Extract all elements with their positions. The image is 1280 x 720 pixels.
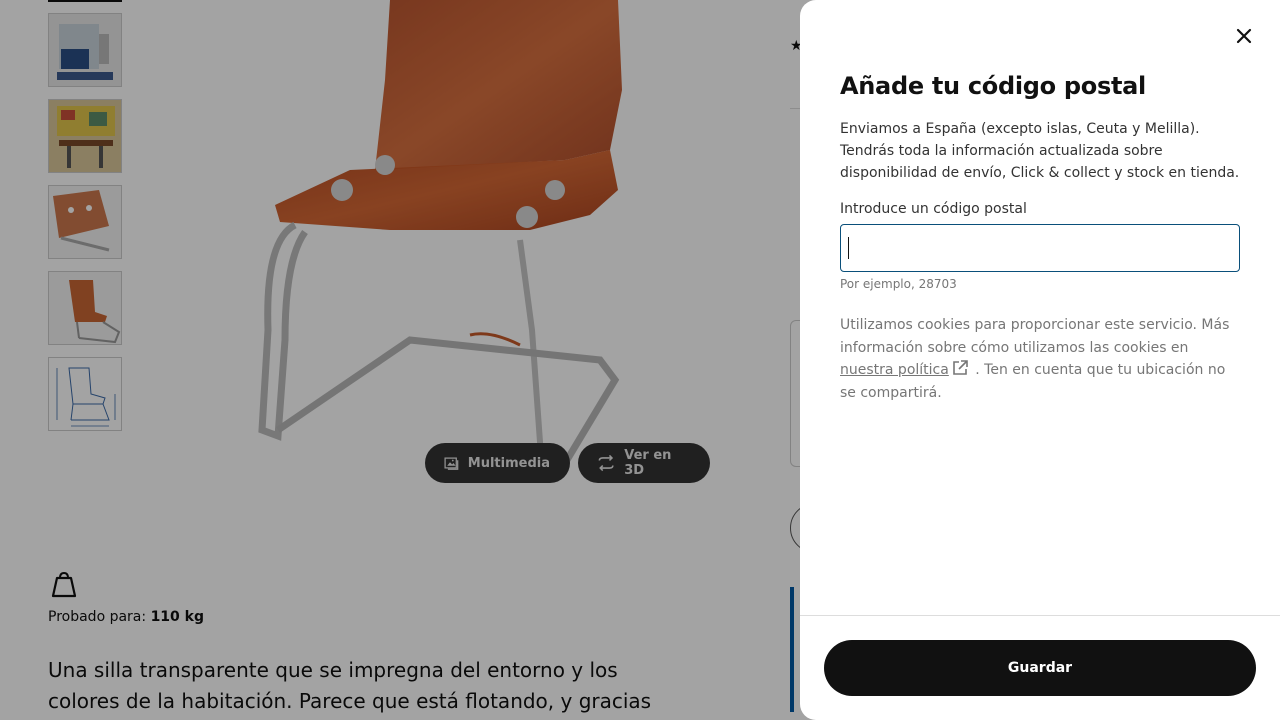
cookie-notice: Utilizamos cookies para proporcionar est…	[840, 314, 1240, 404]
cookie-text-before: Utilizamos cookies para proporcionar est…	[840, 317, 1230, 356]
privacy-policy-link[interactable]: nuestra política	[840, 362, 949, 378]
modal-title: Añade tu código postal	[840, 72, 1146, 100]
modal-intro-text: Enviamos a España (excepto islas, Ceuta …	[840, 121, 1240, 181]
close-button[interactable]	[1224, 16, 1264, 56]
text-cursor	[848, 237, 849, 259]
postal-code-input[interactable]	[840, 224, 1240, 272]
footer-divider	[800, 615, 1280, 616]
postal-code-label: Introduce un código postal	[840, 201, 1027, 217]
close-icon	[1236, 28, 1252, 44]
external-link-icon	[953, 360, 968, 375]
save-button[interactable]: Guardar	[824, 640, 1256, 696]
postal-code-hint: Por ejemplo, 28703	[840, 277, 957, 291]
